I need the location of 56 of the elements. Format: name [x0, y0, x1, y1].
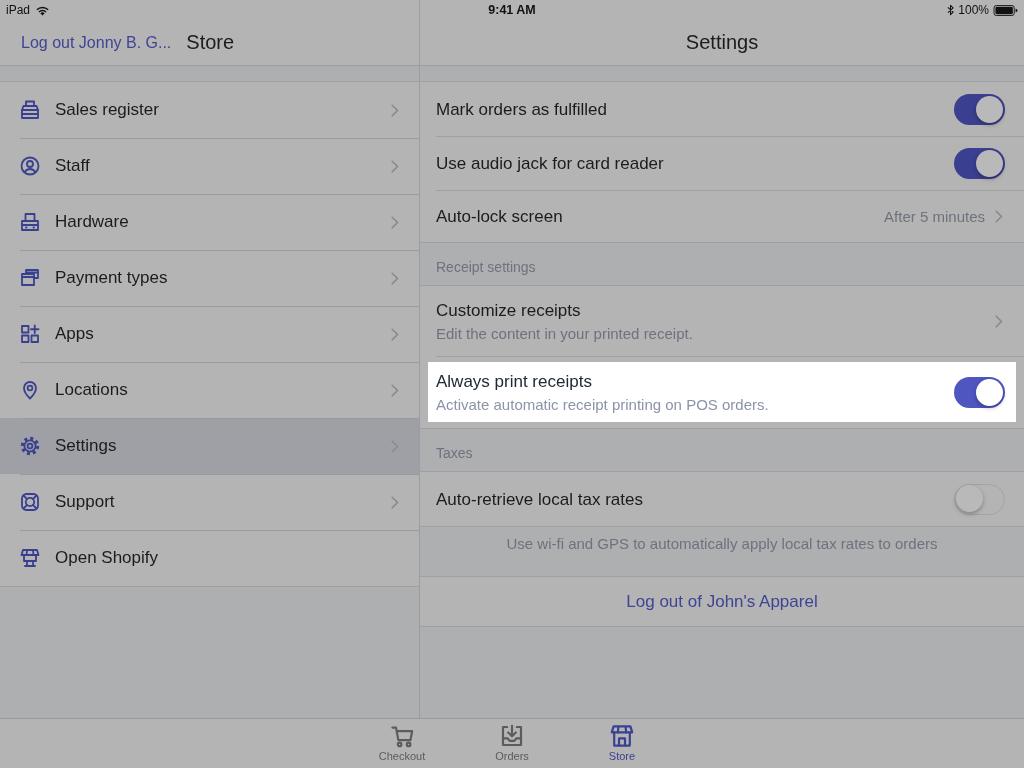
cart-icon [390, 724, 414, 748]
sidebar-item[interactable]: Open Shopify [0, 530, 419, 586]
setting-label: Use audio jack for card reader [436, 152, 665, 174]
sidebar-item[interactable]: Locations [0, 362, 419, 418]
toggle-switch[interactable] [954, 147, 1005, 179]
setting-description: Edit the content in your printed receipt. [436, 323, 694, 343]
chevron-icon [391, 439, 399, 453]
device-name: iPad [6, 3, 31, 17]
storefront-icon [20, 548, 40, 568]
setting-label: Auto-retrieve local tax rates [436, 488, 644, 510]
cash-register-icon [20, 100, 40, 120]
setting-value: After 5 minutes [884, 207, 985, 225]
setting-label: Always print receipts [436, 370, 593, 392]
sidebar-item[interactable]: Sales register [0, 82, 419, 138]
sidebar-item[interactable]: Support [0, 474, 419, 530]
chevron-icon [391, 271, 399, 285]
status-time: 9:41 AM [488, 3, 536, 17]
sidebar-item[interactable]: Settings [0, 418, 419, 474]
storefront-icon [610, 724, 634, 748]
section-header: Receipt settings [435, 258, 537, 277]
wifi-icon [35, 4, 51, 16]
bluetooth-icon [947, 4, 955, 16]
sidebar-item[interactable]: Staff [0, 138, 419, 194]
chevron-icon [391, 327, 399, 341]
toggle-switch[interactable] [954, 376, 1005, 408]
chevron-icon [391, 159, 399, 173]
setting-label: Mark orders as fulfilled [436, 98, 608, 120]
person-circle-icon [20, 156, 40, 176]
settings-icon [20, 436, 40, 456]
sidebar-item[interactable]: Apps [0, 306, 419, 362]
setting-label: Customize receipts [436, 299, 582, 321]
chevron-icon [391, 383, 399, 397]
navigation-title: Settings [685, 31, 759, 54]
battery-percent: 100% [958, 3, 989, 17]
tab[interactable]: Store [567, 719, 677, 768]
navigation-title: Store [186, 31, 235, 54]
chevron-icon [995, 209, 1003, 223]
sidebar-item[interactable]: Hardware [0, 194, 419, 250]
chevron-icon [391, 103, 399, 117]
lifebuoy-icon [20, 492, 40, 512]
section-footnote: Use wi-fi and GPS to automatically apply local tax rates to orders [505, 534, 939, 554]
setting-description: Activate automatic receipt printing on POS orders. [436, 394, 770, 414]
sidebar-item[interactable]: Payment types [0, 250, 419, 306]
chevron-icon [391, 215, 399, 229]
apps-grid-icon [20, 324, 40, 344]
map-pin-icon [20, 380, 40, 400]
download-tray-icon [500, 724, 524, 748]
toggle-switch[interactable] [954, 93, 1005, 125]
stacked-cards-icon [20, 268, 40, 288]
setting-label: Auto-lock screen [436, 205, 564, 227]
chevron-icon [391, 495, 399, 509]
logout-link[interactable]: Log out Jonny B. G... [21, 33, 172, 52]
chevron-icon [995, 314, 1003, 328]
battery-icon [993, 4, 1018, 16]
printer-icon [20, 212, 40, 232]
section-header: Taxes [435, 444, 474, 463]
